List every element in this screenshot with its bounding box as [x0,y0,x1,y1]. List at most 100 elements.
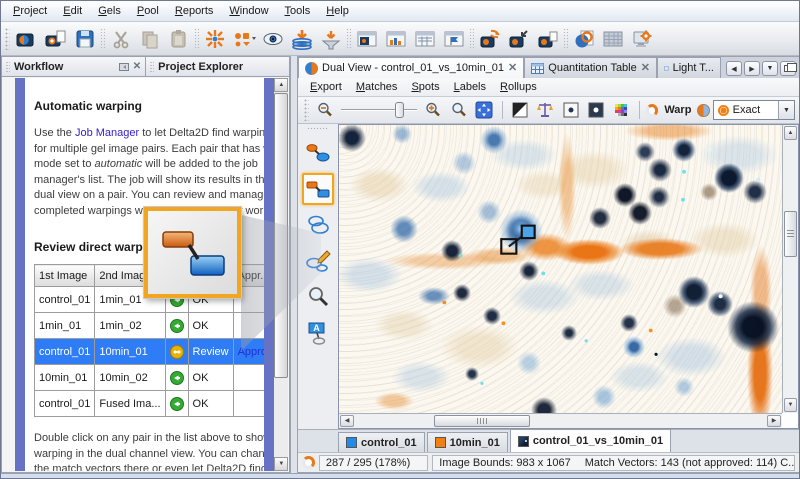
gel-import-button[interactable] [504,25,533,52]
fit-to-window-button[interactable] [473,99,495,121]
copy-button[interactable] [135,25,164,52]
spot-boundaries-inverted-button[interactable] [585,99,607,121]
dropdown-arrow[interactable]: ▼ [778,101,794,119]
zoom-out-button[interactable] [314,99,336,121]
new-project-button[interactable] [12,25,41,52]
scroll-thumb[interactable] [274,93,288,378]
tab-workflow[interactable]: Workflow ✕ [1,56,146,77]
gel-canvas[interactable]: ▲ ▼ ◀ ▶ [338,124,799,429]
table-row-selected[interactable]: control_0110min_01 ReviewApprove [35,339,275,365]
menu-pool[interactable]: Pool [129,2,167,20]
dual-channel-icon[interactable] [697,104,709,117]
table-row[interactable]: 10min_0110min_02 OK [35,365,275,391]
zoom-in-button[interactable] [422,99,444,121]
tab-project-explorer[interactable]: Project Explorer [146,56,290,77]
job-manager-link[interactable]: Job Manager [75,127,139,139]
zoom-slider[interactable] [339,101,419,119]
show-view-button[interactable] [258,25,287,52]
gel-export-button[interactable] [533,25,562,52]
table-row[interactable]: 1min_011min_02 OK [35,313,275,339]
tab-light-table[interactable]: Light T... [657,57,721,78]
balance-channels-button[interactable] [534,99,556,121]
menu-window[interactable]: Window [221,2,276,20]
menu-labels[interactable]: Labels [447,79,493,95]
import-gel-stack-button[interactable] [287,25,316,52]
table-row[interactable]: control_01Fused Ima... OK [35,391,275,417]
close-icon[interactable]: ✕ [641,64,650,72]
scroll-down-arrow[interactable]: ▼ [784,398,797,412]
scroll-thumb[interactable] [434,415,530,427]
tab-list-dropdown-button[interactable]: ▼ [762,61,778,76]
contrast-button[interactable] [509,99,531,121]
table-grid-icon [601,28,625,50]
paste-button[interactable] [164,25,193,52]
menu-gels[interactable]: Gels [90,2,129,20]
menu-export[interactable]: Export [303,79,349,95]
scroll-tabs-left-button[interactable]: ◀ [726,61,742,76]
quantitation-table-button[interactable] [598,25,627,52]
tab-dual-view[interactable]: Dual View - control_01_vs_10min_01 ✕ [298,57,524,78]
tool-edit-spot[interactable] [302,245,334,277]
palette-button[interactable] [610,99,632,121]
horizontal-scrollbar[interactable]: ◀ ▶ [339,413,782,428]
tool-zoom[interactable] [302,281,334,313]
window-table-button[interactable] [410,25,439,52]
window-flag-button[interactable] [439,25,468,52]
detect-spots-button[interactable] [229,25,258,52]
workflow-scrollbar[interactable]: ▲ ▼ [274,78,288,471]
col-1st-image[interactable]: 1st Image [35,265,95,287]
window-image-button[interactable] [352,25,381,52]
gel-tab-control-01[interactable]: control_01 [338,432,425,452]
menu-tools[interactable]: Tools [277,2,319,20]
menu-spots[interactable]: Spots [404,79,446,95]
scroll-up-arrow[interactable]: ▲ [784,126,797,140]
close-icon[interactable]: ✕ [133,63,141,71]
open-project-button[interactable] [41,25,70,52]
minimize-window-icon[interactable] [119,63,129,71]
warp-toggle[interactable]: Warp [661,104,694,116]
menu-edit[interactable]: Edit [55,2,90,20]
spot-inverted-icon [588,102,604,118]
menu-reports[interactable]: Reports [167,2,222,20]
zoom-tool-button[interactable] [448,99,470,121]
slider-thumb[interactable] [395,102,404,118]
tool-label[interactable]: A [302,317,334,349]
tool-match-vector-spots[interactable] [302,137,334,169]
vertical-scrollbar[interactable]: ▲ ▼ [782,125,798,413]
cut-button[interactable] [106,25,135,52]
gel-sync-button[interactable] [475,25,504,52]
menu-matches[interactable]: Matches [349,79,405,95]
warp-mode-dropdown[interactable]: Exact ▼ [713,100,795,120]
find-warpings-button[interactable] [200,25,229,52]
scroll-left-arrow[interactable]: ◀ [340,415,354,427]
scroll-right-arrow[interactable]: ▶ [767,415,781,427]
save-project-button[interactable] [70,25,99,52]
gel-import-icon [507,28,531,50]
tool-spot-outline[interactable] [302,209,334,241]
menu-project[interactable]: Project [5,2,55,20]
options-button[interactable] [627,25,656,52]
menu-rollups[interactable]: Rollups [493,79,544,95]
scroll-tabs-right-button[interactable]: ▶ [744,61,760,76]
scroll-thumb[interactable] [784,211,797,257]
dual-view-menu-bar: Export Matches Spots Labels Rollups [298,78,799,97]
close-icon[interactable]: ✕ [508,64,517,72]
paragraph-line: for multiple gel image pairs. Each pair … [34,142,258,158]
window-chart-button[interactable] [381,25,410,52]
spot-boundaries-button[interactable] [559,99,581,121]
exact-mode-icon [718,105,729,116]
scroll-up-arrow[interactable]: ▲ [274,78,288,92]
menu-help[interactable]: Help [318,2,357,20]
approve-link[interactable]: Approve [238,346,275,358]
export-funnel-button[interactable] [316,25,345,52]
dual-channel-view-button[interactable] [569,25,598,52]
palette-icon [614,102,630,118]
scroll-down-arrow[interactable]: ▼ [274,457,288,471]
tab-nav-buttons: ◀ ▶ ▼ [726,61,799,78]
gel-tab-control-01-vs-10min-01[interactable]: control_01_vs_10min_01 [510,429,671,452]
tool-match-vector-rect[interactable] [302,173,334,205]
tab-quantitation-table[interactable]: Quantitation Table ✕ [524,57,657,78]
restore-icon [784,65,792,72]
restore-window-button[interactable] [780,61,796,76]
gel-tab-10min-01[interactable]: 10min_01 [427,432,508,452]
